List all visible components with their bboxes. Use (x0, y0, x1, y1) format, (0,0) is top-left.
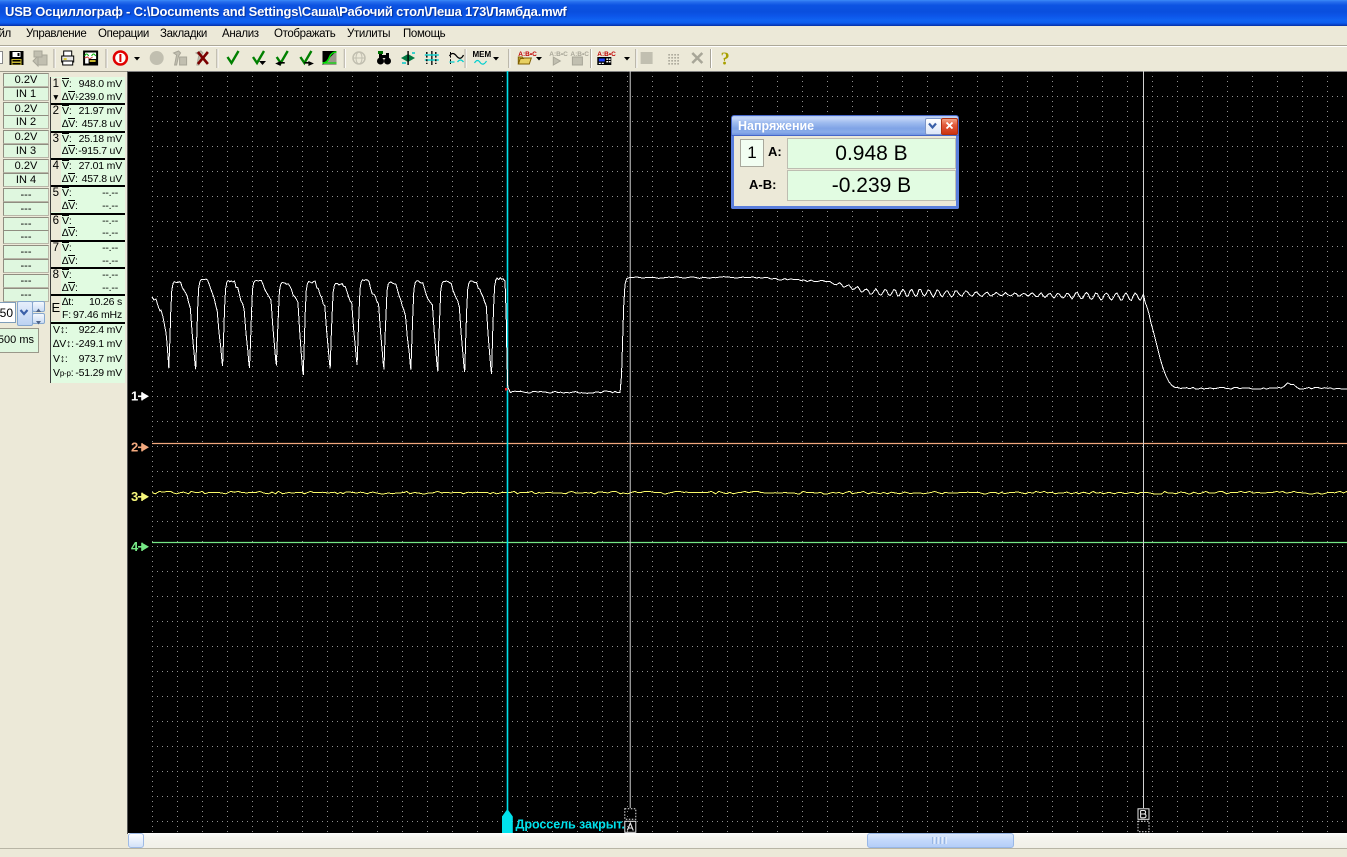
svg-text:4: 4 (131, 539, 139, 554)
svg-text:2: 2 (131, 440, 138, 455)
svg-text:A:B•C: A:B•C (597, 51, 616, 58)
svg-text:3: 3 (131, 489, 138, 504)
svg-text:?: ? (721, 49, 730, 69)
svg-text:Дроссель закрыт.: Дроссель закрыт. (516, 818, 625, 832)
svg-text:1: 1 (131, 389, 138, 404)
svg-text:A:B•C: A:B•C (549, 51, 568, 58)
svg-text:MEM: MEM (473, 50, 492, 59)
